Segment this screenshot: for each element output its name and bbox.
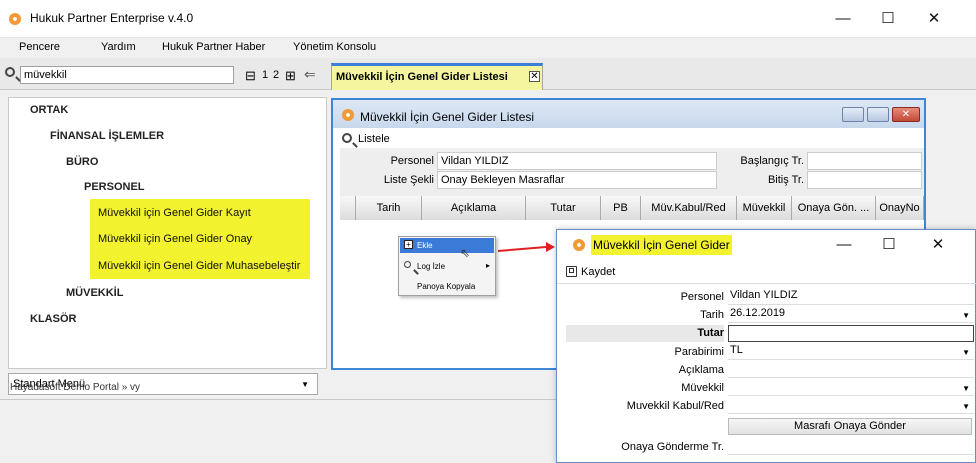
kaydet-button[interactable]: Kaydet bbox=[581, 266, 615, 278]
search-icon[interactable] bbox=[5, 67, 15, 77]
tab-close-icon[interactable]: ✕ bbox=[529, 71, 540, 82]
d-aciklama-field[interactable] bbox=[728, 362, 974, 378]
log-search-icon bbox=[404, 261, 411, 268]
d-tarih-value: 26.12.2019 bbox=[730, 307, 786, 319]
menu-yardim[interactable]: Yardım bbox=[101, 41, 136, 53]
status-text: Hayadasoft Demo Portal » vy bbox=[10, 382, 141, 393]
d-parabirimi-label: Parabirimi bbox=[674, 346, 724, 358]
dialog-app-icon bbox=[573, 239, 585, 251]
tree-item-onay[interactable]: Müvekkil için Genel Gider Onay bbox=[90, 225, 310, 252]
arrow-icon bbox=[498, 242, 555, 252]
d-tutar-input[interactable] bbox=[728, 325, 974, 342]
row-indicator-header bbox=[340, 196, 356, 220]
col-tutar[interactable]: Tutar bbox=[526, 196, 601, 220]
save-icon bbox=[566, 266, 577, 277]
menu-haber[interactable]: Hukuk Partner Haber bbox=[162, 41, 265, 53]
chevron-down-icon[interactable]: ▼ bbox=[962, 311, 970, 320]
app-logo-icon bbox=[9, 13, 21, 25]
d-onaya-tr-field[interactable] bbox=[728, 439, 974, 455]
d-parabirimi-value: TL bbox=[730, 344, 743, 356]
bitis-field[interactable] bbox=[807, 171, 922, 189]
chevron-down-icon[interactable]: ▼ bbox=[962, 384, 970, 393]
list-window-title: Müvekkil İçin Genel Gider Listesi bbox=[360, 110, 535, 124]
submenu-arrow-icon: ▸ bbox=[486, 261, 491, 270]
bitis-label: Bitiş Tr. bbox=[767, 174, 804, 186]
d-kabul-field[interactable]: ▼ bbox=[728, 398, 974, 414]
plus-icon: + bbox=[404, 240, 413, 249]
app-title: Hukuk Partner Enterprise v.4.0 bbox=[30, 11, 194, 25]
menu-search-input[interactable]: müvekkil bbox=[20, 66, 234, 84]
listele-search-icon bbox=[342, 133, 352, 143]
dialog-close-button[interactable]: ✕ bbox=[918, 232, 958, 258]
tree-ortak[interactable]: ORTAK bbox=[30, 104, 68, 116]
col-tarih[interactable]: Tarih bbox=[356, 196, 422, 220]
tree-item-label: Müvekkil için Genel Gider Muhasebeleştir bbox=[98, 260, 301, 272]
d-muvekkil-field[interactable]: ▼ bbox=[728, 380, 974, 396]
context-item-ekle[interactable] bbox=[400, 238, 494, 253]
col-onayno[interactable]: OnayNo bbox=[876, 196, 924, 220]
tree-muvekkil[interactable]: MÜVEKKİL bbox=[66, 287, 123, 299]
personel-field[interactable]: Vildan YILDIZ bbox=[437, 152, 717, 170]
page-2[interactable]: 2 bbox=[273, 69, 279, 81]
collapse-icon[interactable]: ⊟ bbox=[245, 68, 256, 84]
menu-bar bbox=[0, 38, 976, 58]
col-pb[interactable]: PB bbox=[601, 196, 641, 220]
maximize-button[interactable]: ☐ bbox=[868, 6, 908, 32]
list-minimize-button[interactable] bbox=[842, 107, 864, 122]
mouse-cursor-icon: ⇖ bbox=[460, 246, 471, 260]
liste-sekli-label: Liste Şekli bbox=[383, 174, 434, 186]
d-personel-label: Personel bbox=[680, 291, 724, 303]
context-item-pano[interactable]: Panoya Kopyala bbox=[417, 282, 475, 291]
d-tarih-label: Tarih bbox=[700, 309, 724, 321]
col-muvekkil[interactable]: Müvekkil bbox=[737, 196, 792, 220]
window-icon bbox=[342, 109, 354, 121]
baslangic-field[interactable] bbox=[807, 152, 922, 170]
context-item-log[interactable]: Log İzle bbox=[417, 262, 445, 271]
dialog-maximize-button[interactable]: ☐ bbox=[869, 232, 909, 258]
col-aciklama[interactable]: Açıklama bbox=[422, 196, 526, 220]
d-tutar-label: Tutar bbox=[697, 327, 724, 339]
personel-label: Personel bbox=[390, 155, 434, 167]
chevron-down-icon: ▼ bbox=[301, 380, 309, 389]
tree-item-label: Müvekkil için Genel Gider Onay bbox=[98, 233, 253, 245]
d-kabul-label: Muvekkil Kabul/Red bbox=[626, 400, 724, 412]
d-aciklama-label: Açıklama bbox=[678, 364, 724, 376]
d-parabirimi-field[interactable]: TL ▼ bbox=[728, 344, 974, 360]
d-tarih-field[interactable]: 26.12.2019 ▼ bbox=[728, 307, 974, 323]
expand-icon[interactable]: ⊞ bbox=[285, 68, 296, 84]
tab-label: Müvekkil İçin Genel Gider Listesi bbox=[336, 71, 508, 83]
minimize-button[interactable]: — bbox=[823, 6, 863, 32]
tab-genel-gider-listesi[interactable]: Müvekkil İçin Genel Gider Listesi bbox=[331, 63, 543, 90]
col-onaya-gon[interactable]: Onaya Gön. ... bbox=[792, 196, 876, 220]
d-muvekkil-label: Müvekkil bbox=[681, 382, 724, 394]
menu-pencere[interactable]: Pencere bbox=[19, 41, 60, 53]
context-ekle-label: Ekle bbox=[417, 241, 433, 250]
tree-item-kayit[interactable]: Müvekkil için Genel Gider Kayıt bbox=[90, 199, 310, 225]
list-close-button[interactable]: ✕ bbox=[892, 107, 920, 122]
dialog-minimize-button[interactable]: — bbox=[824, 232, 864, 258]
chevron-down-icon[interactable]: ▼ bbox=[962, 402, 970, 411]
menu-yonetim[interactable]: Yönetim Konsolu bbox=[293, 41, 376, 53]
d-personel-field[interactable]: Vildan YILDIZ bbox=[728, 289, 974, 305]
listele-button[interactable]: Listele bbox=[358, 133, 390, 145]
tree-personel[interactable]: PERSONEL bbox=[84, 181, 145, 193]
d-onaya-tr-label: Onaya Gönderme Tr. bbox=[621, 441, 724, 453]
page-1[interactable]: 1 bbox=[262, 69, 268, 81]
dialog-title: Müvekkil İçin Genel Gider bbox=[591, 235, 732, 255]
tree-finansal[interactable]: FİNANSAL İŞLEMLER bbox=[50, 130, 164, 142]
tree-buro[interactable]: BÜRO bbox=[66, 156, 98, 168]
baslangic-label: Başlangıç Tr. bbox=[740, 155, 804, 167]
divider bbox=[557, 283, 976, 284]
back-arrow-icon[interactable]: ⇐ bbox=[304, 66, 316, 83]
liste-sekli-field[interactable]: Onay Bekleyen Masraflar bbox=[437, 171, 717, 189]
list-restore-button[interactable] bbox=[867, 107, 889, 122]
col-muv-kabul[interactable]: Müv.Kabul/Red bbox=[641, 196, 737, 220]
tree-item-muhasebe[interactable]: Müvekkil için Genel Gider Muhasebeleştir bbox=[90, 252, 310, 279]
onaya-gonder-button[interactable]: Masrafı Onaya Gönder bbox=[728, 418, 972, 435]
tree-klasor[interactable]: KLASÖR bbox=[30, 313, 76, 325]
close-button[interactable]: ✕ bbox=[914, 6, 954, 32]
chevron-down-icon[interactable]: ▼ bbox=[962, 348, 970, 357]
tree-item-label: Müvekkil için Genel Gider Kayıt bbox=[98, 207, 251, 219]
